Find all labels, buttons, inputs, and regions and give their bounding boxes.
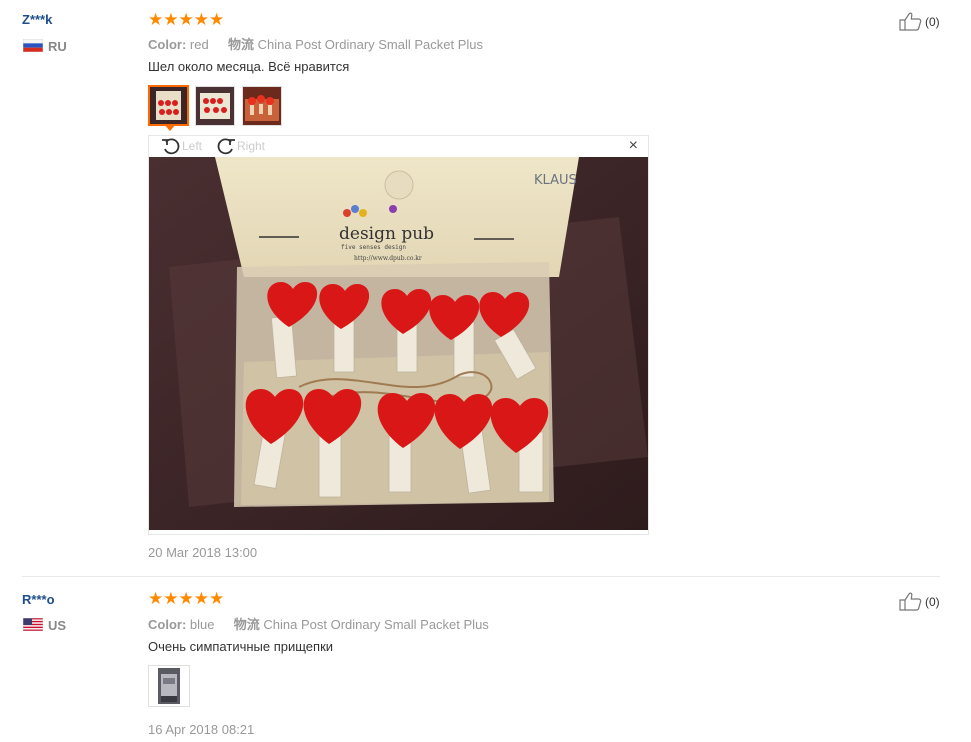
photo-url-text: http://www.dpub.co.kr	[354, 255, 422, 262]
review-photo-thumb[interactable]	[195, 86, 235, 126]
photo-viewer: Left Right × KLAUS design pub five sense…	[148, 135, 649, 535]
helpful-count: (0)	[925, 594, 940, 609]
flag-us-icon	[23, 618, 43, 631]
rotate-left-button[interactable]: Left	[161, 137, 202, 155]
shipping-value: China Post Ordinary Small Packet Plus	[257, 37, 484, 52]
reviewer-country: RU	[48, 39, 67, 54]
review-photo-thumb[interactable]	[242, 86, 282, 126]
star-rating: ★★★★★	[148, 589, 225, 608]
photo-logo-text: design pub	[339, 224, 434, 244]
shipping-value: China Post Ordinary Small Packet Plus	[263, 617, 489, 632]
photo-brand-text: KLAUS	[534, 173, 577, 188]
rotate-right-icon	[217, 138, 235, 155]
rotate-left-label: Left	[182, 139, 203, 153]
photo-viewer-toolbar: Left Right ×	[149, 136, 648, 156]
close-viewer-button[interactable]: ×	[629, 138, 638, 154]
review-attributes: Color: red 物流 China Post Ordinary Small …	[148, 34, 483, 53]
star-rating: ★★★★★	[148, 10, 225, 29]
reviewer-country: US	[48, 618, 67, 633]
review-item: R***o US ★★★★★ Color: blue 物流 China Post…	[0, 578, 971, 742]
review-date: 20 Mar 2018 13:00	[148, 545, 258, 560]
helpful-button[interactable]: (0)	[899, 592, 940, 611]
color-label: Color:	[148, 617, 187, 632]
selected-thumb-caret	[164, 124, 176, 131]
reviewer-name: R***o	[22, 592, 55, 607]
color-value: red	[189, 37, 209, 52]
review-divider	[22, 576, 940, 577]
rotate-right-button[interactable]: Right	[216, 137, 265, 155]
review-attributes: Color: blue 物流 China Post Ordinary Small…	[148, 614, 489, 633]
photo-tagline-text: five senses design	[341, 244, 406, 251]
review-date: 16 Apr 2018 08:21	[148, 722, 255, 737]
reviewer-name: Z***k	[22, 12, 53, 27]
review-item: Z***k RU ★★★★★ Color: red 物流 China Post …	[0, 0, 971, 578]
flag-ru-icon	[23, 39, 43, 52]
review-photo-thumb[interactable]	[148, 665, 190, 707]
review-text: Очень симпатичные прищепки	[148, 639, 334, 654]
thumbs-up-icon	[899, 592, 922, 611]
shipping-label: 物流	[227, 37, 254, 52]
thumbs-up-icon	[899, 12, 922, 31]
review-text: Шел около месяца. Всё нравится	[148, 59, 350, 74]
color-value: blue	[189, 617, 215, 632]
color-label: Color:	[148, 37, 187, 52]
rotate-left-icon	[162, 138, 180, 155]
helpful-count: (0)	[925, 14, 940, 29]
review-photo-thumb[interactable]	[148, 85, 189, 126]
review-photo-large: KLAUS design pub five senses design http…	[149, 157, 648, 530]
rotate-right-label: Right	[237, 139, 266, 153]
shipping-label: 物流	[233, 617, 260, 632]
helpful-button[interactable]: (0)	[899, 12, 940, 31]
